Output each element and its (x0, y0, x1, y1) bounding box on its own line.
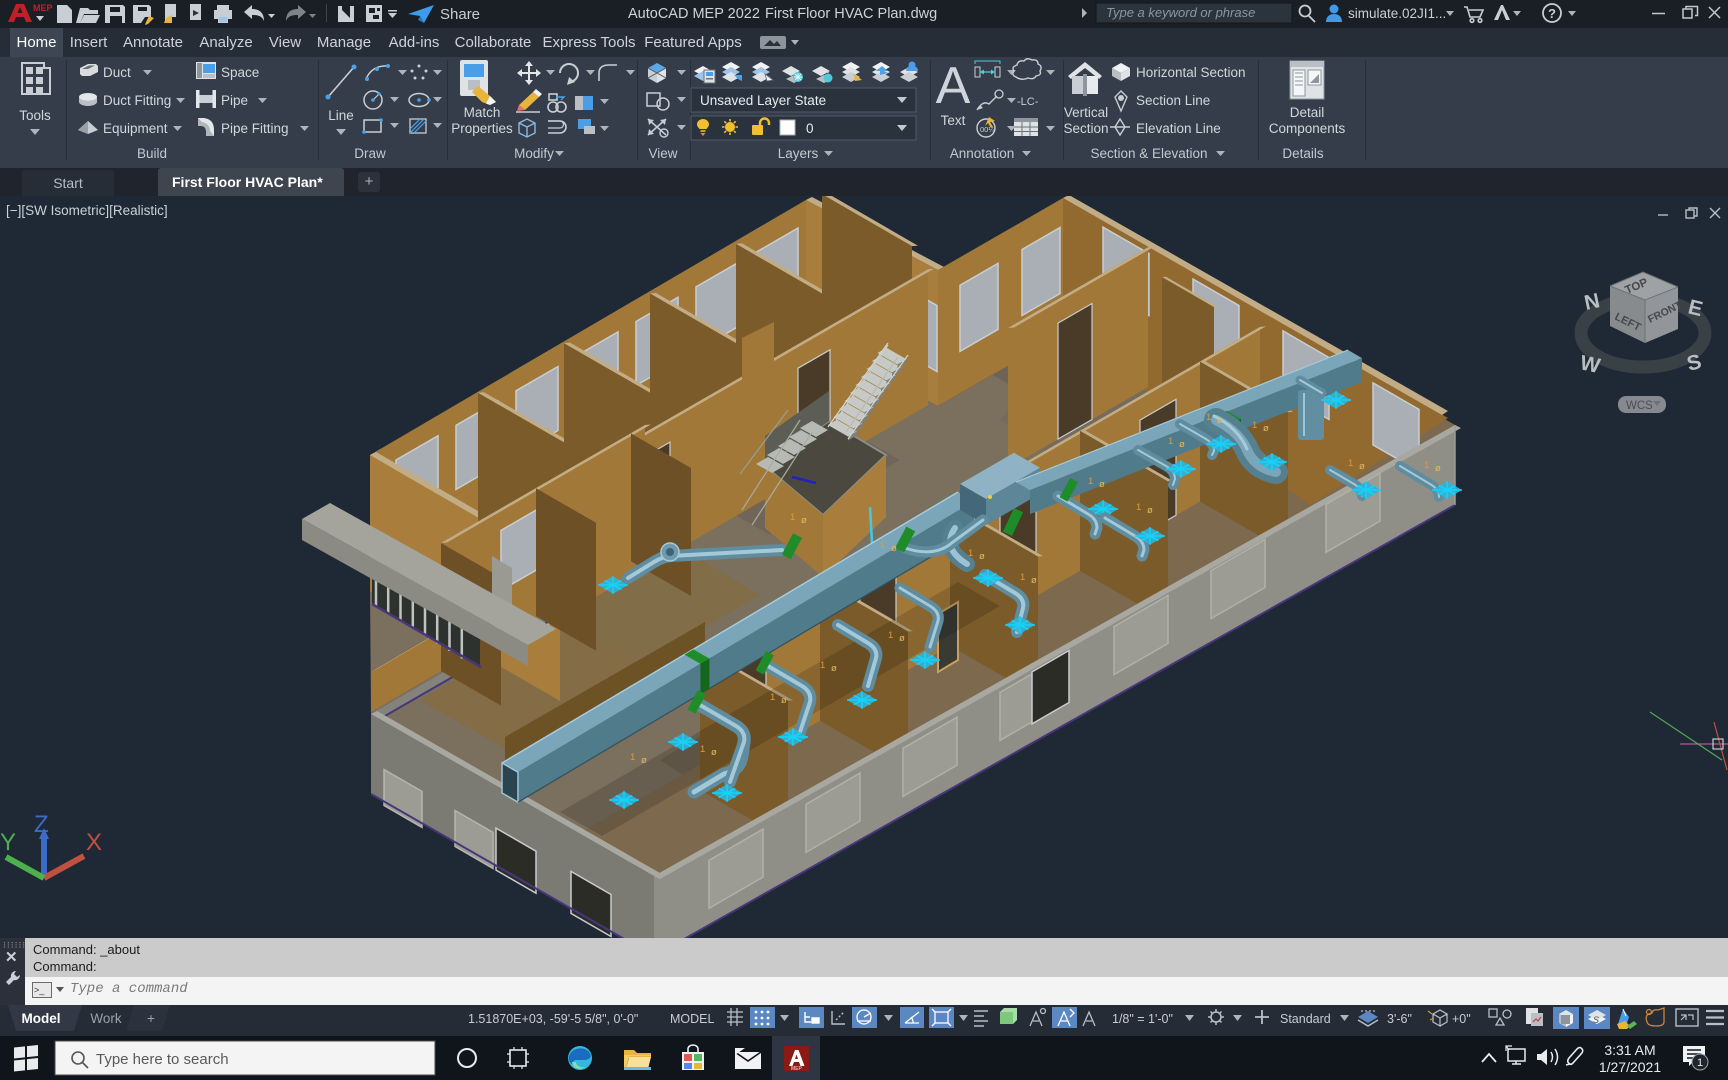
svg-text:ø: ø (1359, 461, 1365, 472)
svg-text:1: 1 (1206, 412, 1211, 423)
svg-text:Share: Share (440, 6, 480, 23)
svg-text:Model: Model (22, 1011, 61, 1026)
svg-text:Tools: Tools (19, 108, 51, 123)
svg-text:W: W (1578, 351, 1602, 378)
svg-text:1: 1 (820, 660, 825, 671)
svg-text:ø: ø (1099, 479, 1105, 490)
svg-text:WCS: WCS (1626, 400, 1653, 412)
svg-text:Equipment: Equipment (103, 121, 168, 136)
svg-text:ø: ø (801, 515, 807, 526)
svg-text:Type here to search: Type here to search (96, 1051, 229, 1068)
svg-text:Match: Match (464, 105, 501, 120)
svg-text:+0": +0" (1452, 1012, 1471, 1026)
svg-text:Build: Build (137, 146, 167, 161)
svg-text:S: S (1593, 1015, 1599, 1025)
svg-text:ø: ø (1147, 505, 1153, 516)
svg-text:A: A (936, 57, 971, 115)
svg-text:1: 1 (1136, 502, 1141, 513)
svg-text:simulate.02JI1...: simulate.02JI1... (1348, 6, 1446, 21)
svg-text:Duct: Duct (103, 65, 131, 80)
svg-text:Modify: Modify (514, 146, 554, 161)
svg-text:1: 1 (790, 512, 795, 523)
svg-text:MEP: MEP (791, 1066, 803, 1072)
svg-text:MEP: MEP (33, 3, 53, 13)
svg-text:Line: Line (328, 108, 354, 123)
svg-text:ø: ø (831, 663, 837, 674)
svg-text:1: 1 (700, 744, 705, 755)
svg-text:ø: ø (979, 551, 985, 562)
svg-text:1: 1 (1348, 458, 1353, 469)
svg-text:Horizontal Section: Horizontal Section (1136, 65, 1246, 80)
svg-text:1: 1 (1088, 476, 1093, 487)
svg-text:Layers: Layers (778, 146, 819, 161)
svg-text:MODEL: MODEL (670, 1012, 715, 1026)
svg-text:Pipe Fitting: Pipe Fitting (221, 121, 289, 136)
svg-text:Section: Section (1063, 121, 1108, 136)
svg-text:ø: ø (641, 755, 647, 766)
svg-text:ø: ø (1179, 439, 1185, 450)
svg-text:Section Line: Section Line (1136, 93, 1210, 108)
svg-text:ø: ø (899, 633, 905, 644)
svg-text:-LC-: -LC- (1017, 96, 1039, 108)
svg-text:+: + (147, 1010, 155, 1026)
svg-text:1: 1 (1697, 1057, 1703, 1069)
svg-text:Duct Fitting: Duct Fitting (103, 93, 171, 108)
svg-text:Text: Text (941, 113, 966, 128)
svg-text:Detail: Detail (1290, 105, 1325, 120)
svg-text:ø: ø (781, 695, 787, 706)
svg-text:1: 1 (1252, 420, 1257, 431)
svg-text:1: 1 (1168, 436, 1173, 447)
svg-text:1: 1 (880, 540, 885, 551)
svg-text:Z: Z (34, 811, 49, 838)
svg-text:ø: ø (711, 747, 717, 758)
svg-text:1: 1 (1020, 572, 1025, 583)
svg-text:1: 1 (1424, 460, 1429, 471)
svg-text:1.51870E+03, -59'-5 5/8", 0'-0: 1.51870E+03, -59'-5 5/8", 0'-0" (468, 1012, 638, 1026)
svg-text:Draw: Draw (354, 146, 386, 161)
svg-text:ø: ø (1031, 575, 1037, 586)
svg-text:Annotation: Annotation (950, 146, 1015, 161)
svg-text:Standard: Standard (1280, 1012, 1331, 1026)
svg-text:1/8" = 1'-0": 1/8" = 1'-0" (1112, 1012, 1173, 1026)
svg-text:Pipe: Pipe (221, 93, 248, 108)
svg-text:Work: Work (90, 1011, 122, 1026)
svg-text:Components: Components (1269, 121, 1346, 136)
svg-text:1: 1 (968, 548, 973, 559)
svg-text:Details: Details (1282, 146, 1324, 161)
svg-text:First Floor HVAC Plan.dwg: First Floor HVAC Plan.dwg (765, 6, 937, 22)
svg-text:1: 1 (888, 630, 893, 641)
svg-text:Section & Elevation: Section & Elevation (1090, 146, 1207, 161)
svg-text:Elevation Line: Elevation Line (1136, 121, 1221, 136)
svg-text:Unsaved Layer State: Unsaved Layer State (700, 93, 826, 108)
svg-text:Vertical: Vertical (1064, 105, 1108, 120)
svg-text:3'-6": 3'-6" (1387, 1012, 1412, 1026)
svg-text:Space: Space (221, 65, 259, 80)
svg-text:ø: ø (1263, 423, 1269, 434)
svg-text:1/27/2021: 1/27/2021 (1599, 1059, 1661, 1075)
svg-text:ø: ø (1217, 415, 1223, 426)
svg-text:Y: Y (0, 829, 16, 856)
svg-text:Type a keyword or phrase: Type a keyword or phrase (1106, 5, 1255, 20)
svg-text:View: View (648, 146, 677, 161)
svg-text:00¼: 00¼ (980, 125, 995, 134)
svg-text:ø: ø (1435, 463, 1441, 474)
svg-text:3:31 AM: 3:31 AM (1604, 1042, 1655, 1058)
svg-text:X: X (86, 829, 102, 856)
svg-text:AutoCAD MEP 2022: AutoCAD MEP 2022 (628, 6, 760, 22)
svg-text:1: 1 (770, 692, 775, 703)
svg-text:?: ? (1548, 6, 1556, 21)
svg-text:Properties: Properties (451, 121, 513, 136)
svg-text:0: 0 (806, 121, 814, 136)
svg-text:1: 1 (630, 752, 635, 763)
svg-text:ø: ø (891, 543, 897, 554)
